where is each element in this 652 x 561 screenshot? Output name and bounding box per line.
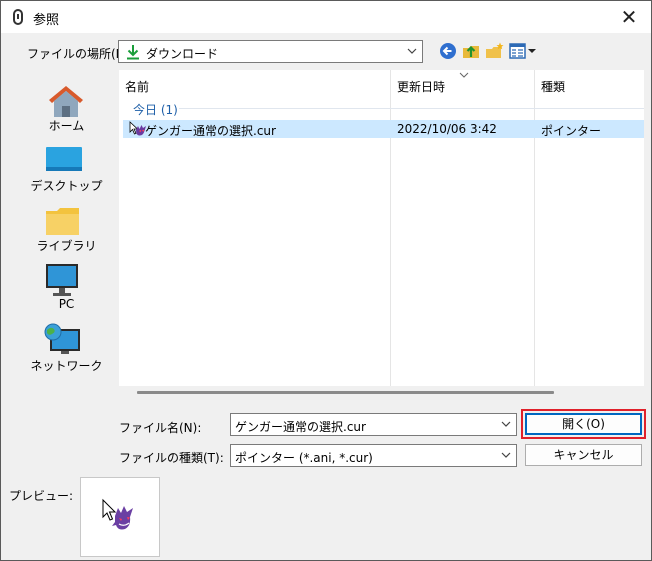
filename-value: ゲンガー通常の選択.cur	[235, 420, 366, 434]
file-name: ゲンガー通常の選択.cur	[145, 124, 276, 138]
look-in-dropdown[interactable]: ダウンロード	[118, 40, 423, 63]
place-pc[interactable]: PC	[19, 255, 114, 313]
new-folder-icon[interactable]	[485, 41, 505, 61]
place-home[interactable]: ホーム	[19, 75, 114, 133]
pc-monitor-icon	[46, 264, 78, 296]
open-file-dialog: 参照 ✕ ファイルの場所(I): ダウンロード ホーム デスクトップ ライブラリ…	[0, 0, 652, 561]
desktop-icon	[46, 147, 82, 171]
column-divider[interactable]	[390, 70, 391, 386]
place-library[interactable]: ライブラリ	[19, 195, 114, 253]
sort-chevron-icon	[459, 72, 469, 78]
file-type: ポインター	[541, 124, 602, 138]
file-modified: 2022/10/06 3:42	[397, 122, 497, 136]
mouse-icon	[13, 9, 23, 25]
place-label: ホーム	[48, 119, 85, 133]
view-menu-icon[interactable]	[509, 41, 537, 61]
filename-label: ファイル名(N):	[119, 421, 202, 435]
library-folder-icon	[46, 208, 79, 235]
back-icon[interactable]	[438, 41, 458, 61]
place-network[interactable]: ネットワーク	[19, 315, 114, 373]
look-in-value: ダウンロード	[146, 47, 219, 61]
column-header-name[interactable]: 名前	[125, 78, 149, 95]
group-header-today[interactable]: 今日 (1)	[133, 101, 178, 118]
filetype-value: ポインター (*.ani, *.cur)	[235, 451, 373, 465]
place-label: デスクトップ	[30, 179, 103, 193]
group-divider	[179, 108, 644, 109]
look-in-label: ファイルの場所(I):	[27, 47, 128, 61]
home-icon	[49, 86, 83, 117]
place-label: PC	[58, 297, 75, 311]
chevron-down-icon	[501, 452, 511, 458]
up-folder-icon[interactable]	[461, 41, 481, 61]
file-row[interactable]: ゲンガー通常の選択.cur 2022/10/06 3:42 ポインター	[123, 120, 644, 138]
preview-area: プレビュー:	[1, 468, 651, 560]
title-bar: 参照 ✕	[1, 1, 651, 33]
preview-label: プレビュー:	[9, 489, 74, 503]
place-label: ネットワーク	[30, 359, 103, 373]
place-desktop[interactable]: デスクトップ	[19, 135, 114, 193]
download-icon	[127, 45, 139, 60]
filetype-dropdown[interactable]: ポインター (*.ani, *.cur)	[230, 444, 517, 467]
place-label: ライブラリ	[36, 239, 97, 253]
window-title: 参照	[33, 13, 60, 28]
column-divider[interactable]	[534, 70, 535, 386]
network-icon	[44, 323, 80, 354]
cancel-button[interactable]: キャンセル	[525, 444, 642, 466]
file-list[interactable]: 名前 更新日時 種類 今日 (1) ゲンガー通常の選択.cur 2022/10/…	[119, 70, 644, 394]
horizontal-scrollbar[interactable]	[137, 391, 554, 394]
open-button[interactable]: 開く(O)	[525, 413, 642, 435]
column-header-modified[interactable]: 更新日時	[397, 78, 445, 95]
close-button[interactable]: ✕	[613, 3, 645, 31]
chevron-down-icon	[407, 48, 417, 54]
column-header-type[interactable]: 種類	[541, 78, 565, 95]
filetype-label: ファイルの種類(T):	[119, 451, 224, 465]
filename-input[interactable]: ゲンガー通常の選択.cur	[230, 413, 517, 436]
places-bar: ホーム デスクトップ ライブラリ PC ネットワーク	[19, 69, 114, 389]
chevron-down-icon[interactable]	[500, 418, 512, 430]
gengar-cursor-icon	[102, 498, 133, 530]
preview-box	[80, 477, 160, 557]
